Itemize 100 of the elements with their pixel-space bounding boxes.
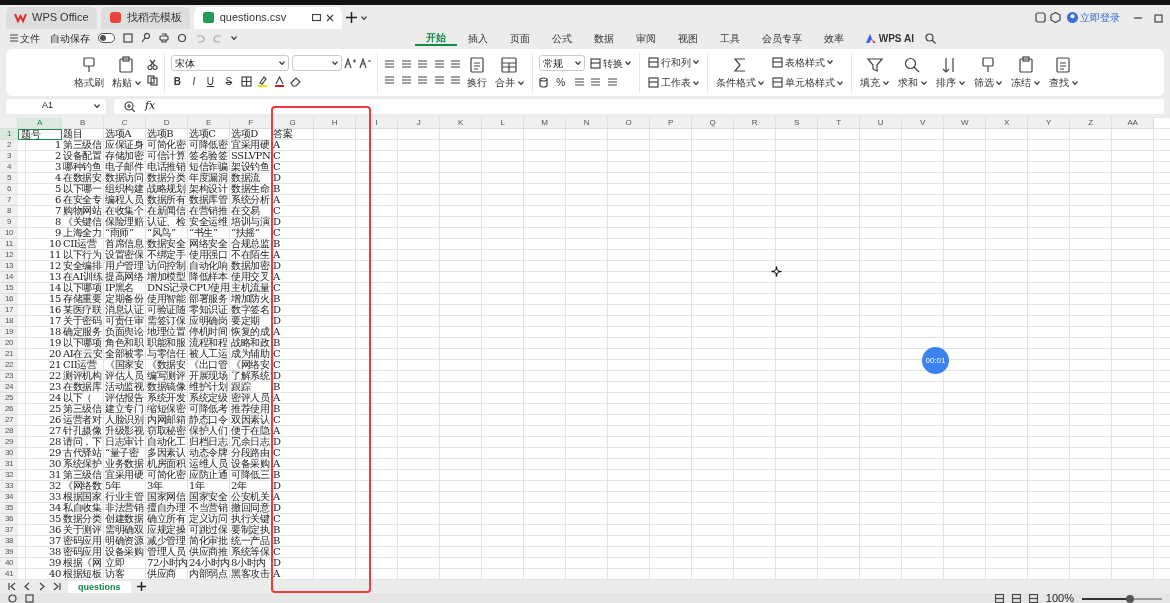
row-header[interactable]: 18 (0, 316, 18, 327)
align-icon[interactable] (450, 75, 461, 87)
column-header[interactable]: L (482, 118, 524, 129)
font-select[interactable]: 宋体 (170, 55, 289, 72)
number-format-select[interactable]: 常规 (538, 55, 585, 72)
align-icon[interactable] (433, 75, 445, 87)
column-header[interactable]: U (860, 118, 902, 129)
row-header[interactable]: 17 (0, 305, 18, 316)
ribbon-tab[interactable]: 开始 (415, 30, 457, 46)
row-header[interactable]: 4 (0, 162, 18, 173)
column-header[interactable]: F (230, 118, 272, 129)
ribbon-button[interactable]: 筛选 (971, 56, 1005, 89)
ribbon-tab[interactable]: 效率 (813, 30, 855, 46)
ribbon-button[interactable]: 单元格样式 (770, 73, 846, 92)
column-header[interactable]: S (776, 118, 818, 129)
printer-icon[interactable] (159, 33, 169, 43)
column-header[interactable]: A (18, 118, 62, 129)
row-header[interactable]: 28 (0, 426, 18, 437)
row-header[interactable]: 39 (0, 547, 18, 558)
align-icon[interactable] (417, 58, 428, 70)
align-icon[interactable] (400, 58, 412, 70)
row-header[interactable]: 40 (0, 558, 18, 569)
ribbon-tab[interactable]: 公式 (541, 30, 583, 46)
ribbon-button[interactable]: 排序 (933, 56, 967, 89)
column-header[interactable]: N (566, 118, 608, 129)
column-header[interactable]: Y (1028, 118, 1070, 129)
ribbon-tab[interactable]: WPS AI (855, 30, 925, 46)
column-header[interactable]: D (146, 118, 188, 129)
format-button[interactable]: B (170, 73, 184, 90)
eraser-icon[interactable] (290, 76, 302, 88)
row-header[interactable]: 12 (0, 250, 18, 261)
row-header[interactable]: 7 (0, 195, 18, 206)
ribbon-button[interactable]: 合并 (493, 56, 526, 89)
format-button[interactable]: I (189, 73, 199, 90)
row-header[interactable]: 20 (0, 338, 18, 349)
window-icon[interactable] (1035, 12, 1046, 23)
login-button[interactable]: 立即登录 (1065, 8, 1122, 27)
function-label[interactable]: fx (145, 97, 156, 115)
column-header[interactable]: P (650, 118, 692, 129)
ribbon-button[interactable]: 格式刷 (72, 56, 106, 89)
ribbon-button[interactable]: 求和 (896, 56, 929, 89)
column-header[interactable]: O (608, 118, 650, 129)
row-header[interactable]: 24 (0, 382, 18, 393)
align-icon[interactable] (417, 75, 428, 87)
autosave-toggle[interactable] (98, 33, 115, 43)
row-header[interactable]: 32 (0, 470, 18, 481)
ribbon-button[interactable]: 冻结 (1009, 56, 1042, 89)
zoom-level[interactable]: 100% (1045, 590, 1074, 603)
align-icon[interactable] (433, 58, 445, 70)
ribbon-button[interactable]: 工作表 (645, 73, 701, 92)
file-menu[interactable]: 文件 (8, 29, 42, 47)
column-header[interactable]: R (734, 118, 776, 129)
name-box[interactable]: A1 (6, 98, 106, 114)
row-header[interactable]: 9 (0, 217, 18, 228)
ribbon-button[interactable]: 查找 (1047, 56, 1080, 89)
active-cell[interactable]: 题号 (18, 129, 62, 140)
column-header[interactable]: C (104, 118, 146, 129)
window-tab[interactable]: WPS Office (6, 6, 97, 29)
window-tab[interactable]: 找稻壳模板 (100, 6, 190, 29)
row-header[interactable]: 36 (0, 514, 18, 525)
scissors-icon[interactable] (146, 58, 158, 70)
ribbon-tab[interactable]: 视图 (667, 30, 709, 46)
search-icon[interactable] (924, 32, 936, 44)
column-header[interactable]: T (818, 118, 860, 129)
row-header[interactable]: 25 (0, 393, 18, 404)
row-header[interactable]: 37 (0, 525, 18, 536)
row-header[interactable]: 16 (0, 294, 18, 305)
column-header[interactable]: M (524, 118, 566, 129)
ribbon-button[interactable]: 换行 (465, 56, 489, 89)
zoom-slider-thumb[interactable] (1126, 594, 1134, 603)
formula-field[interactable]: fx (114, 98, 1164, 114)
row-header[interactable]: 14 (0, 272, 18, 283)
column-header[interactable]: I (356, 118, 398, 129)
ribbon-button[interactable]: 填充 (858, 56, 891, 89)
ribbon-button[interactable]: 转换 (587, 54, 633, 73)
column-header[interactable]: X (986, 118, 1028, 129)
column-header[interactable]: E (188, 118, 230, 129)
row-header[interactable]: 21 (0, 349, 18, 360)
prev-sheet-icon[interactable] (23, 582, 32, 591)
row-header[interactable]: 6 (0, 184, 18, 195)
save-icon[interactable] (123, 33, 133, 43)
next-sheet-icon[interactable] (38, 582, 47, 591)
row-header[interactable]: 22 (0, 360, 18, 371)
align-icon[interactable] (400, 75, 412, 87)
align-icon[interactable] (384, 75, 395, 87)
format-button[interactable]: S (222, 73, 236, 90)
column-header[interactable]: J (398, 118, 440, 129)
row-header[interactable]: 35 (0, 503, 18, 514)
row-header[interactable]: 29 (0, 437, 18, 448)
page-view-icon[interactable] (1011, 594, 1021, 603)
row-header[interactable]: 27 (0, 415, 18, 426)
format-button[interactable]: U (203, 73, 217, 90)
first-sheet-icon[interactable] (8, 582, 17, 591)
percent-button[interactable]: % (553, 74, 569, 91)
row-header[interactable]: 11 (0, 239, 18, 250)
column-header[interactable]: K (440, 118, 482, 129)
column-header[interactable]: V (902, 118, 944, 129)
column-header[interactable]: AA (1112, 118, 1154, 129)
row-header[interactable]: 15 (0, 283, 18, 294)
row-header[interactable]: 26 (0, 404, 18, 415)
